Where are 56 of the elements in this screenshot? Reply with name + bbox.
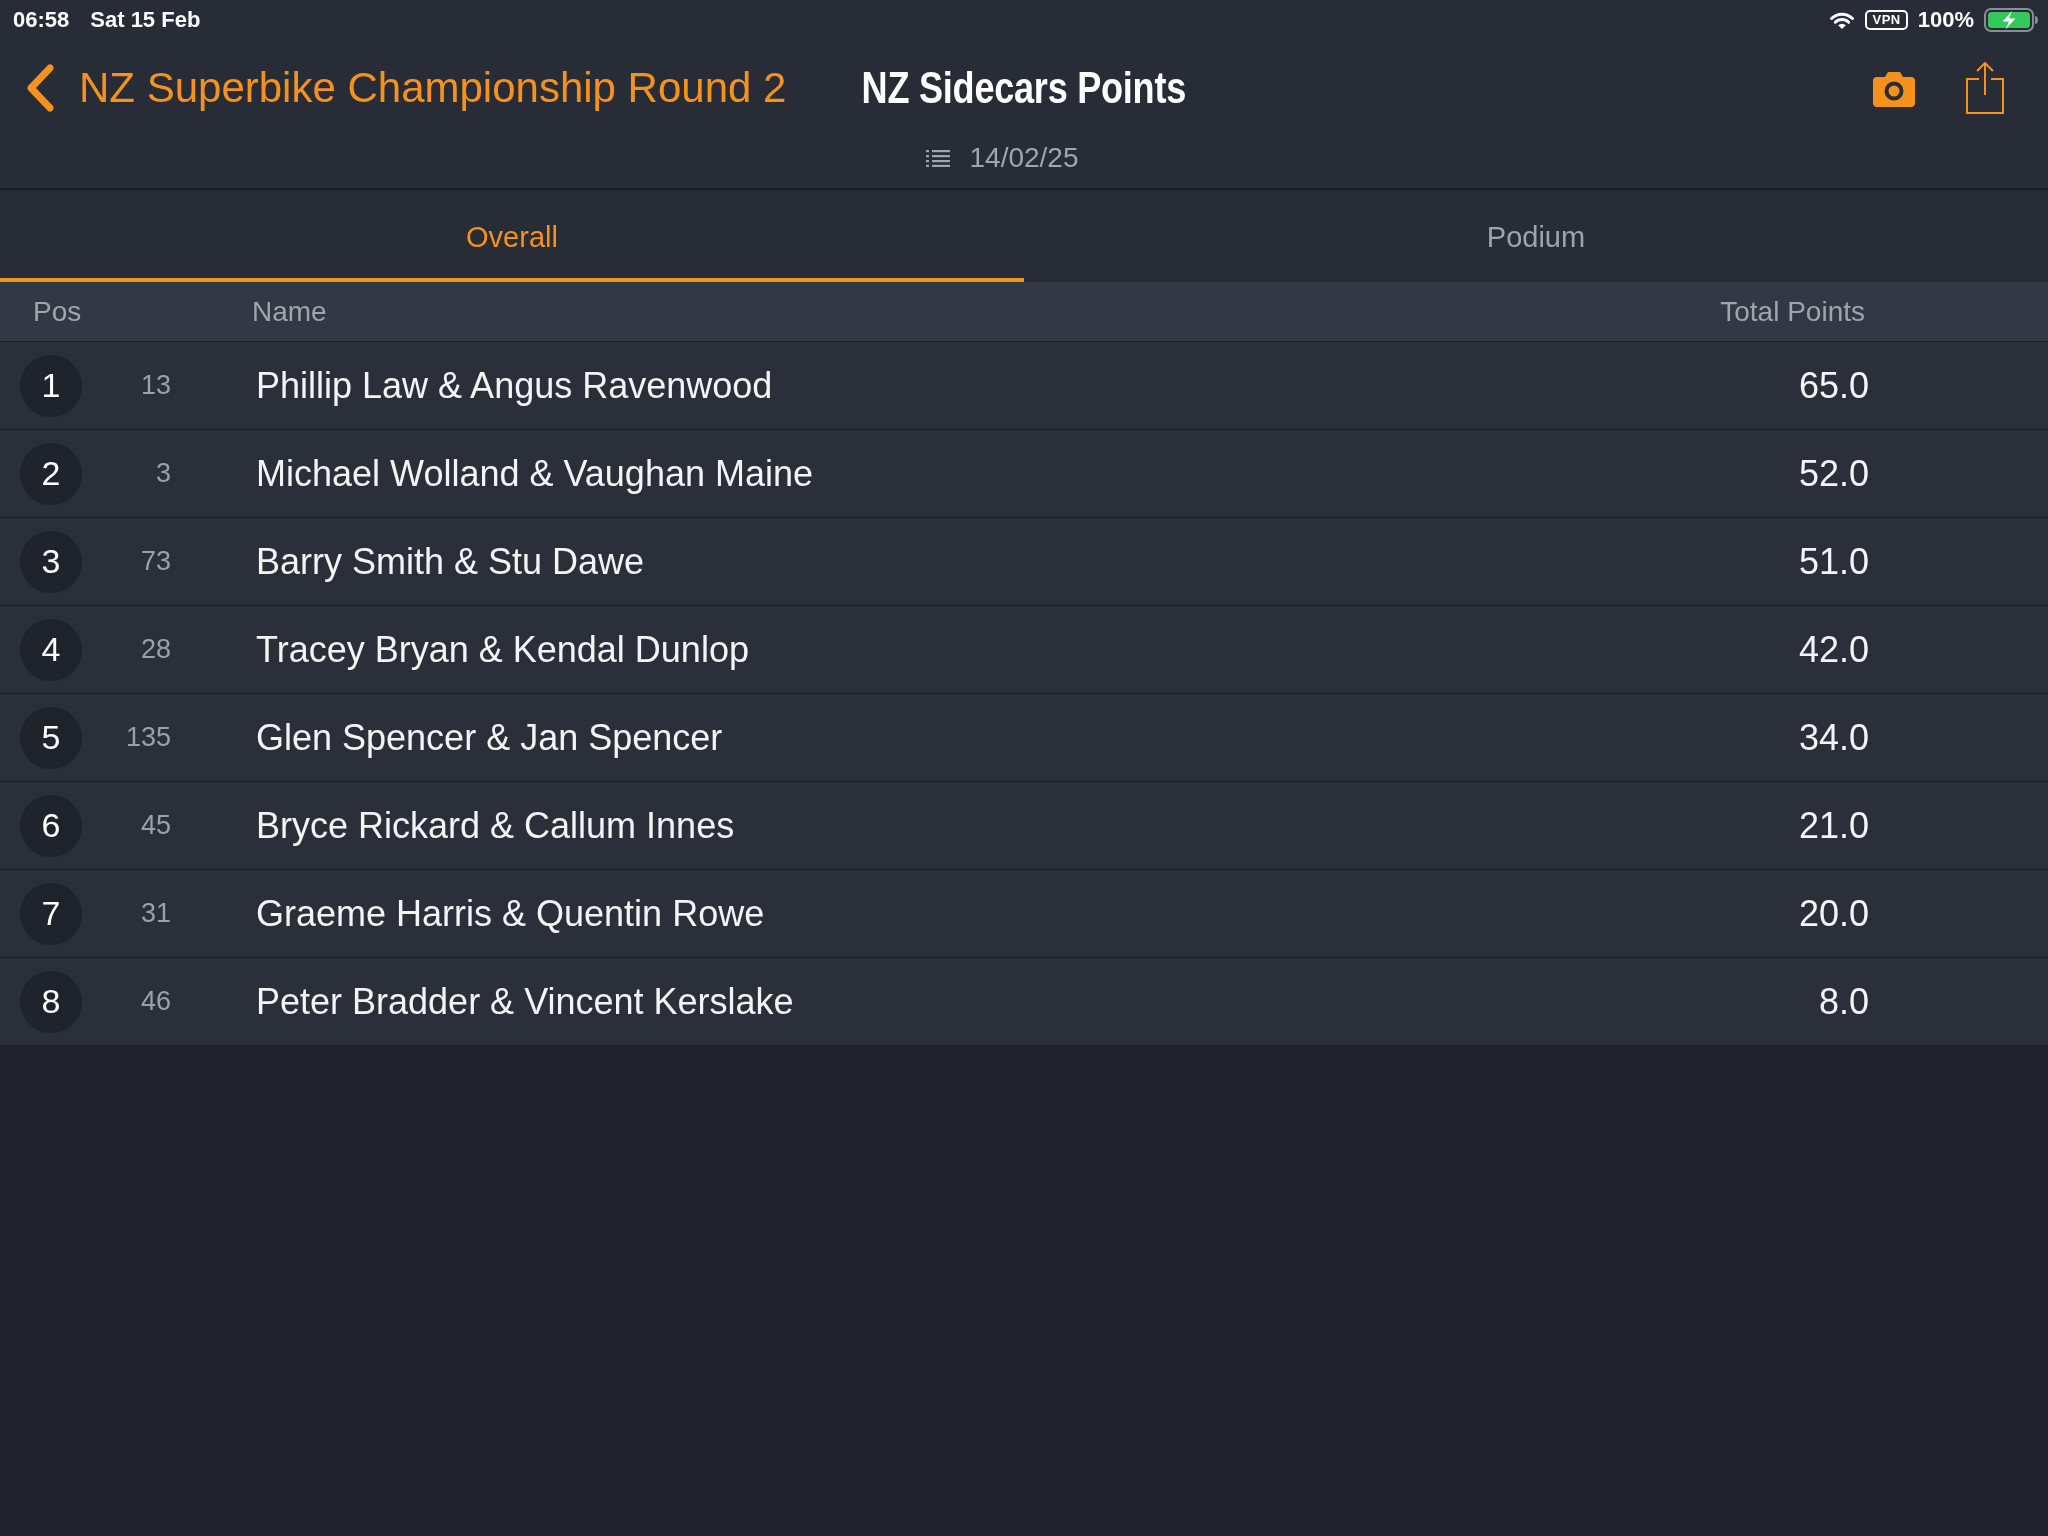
position-badge: 2	[20, 442, 82, 505]
team-name: Peter Bradder & Vincent Kerslake	[256, 980, 795, 1023]
chevron-left-icon	[25, 64, 55, 112]
wifi-icon	[1829, 10, 1856, 30]
back-button[interactable]: NZ Superbike Championship Round 2	[0, 64, 787, 112]
column-header: Name	[252, 295, 328, 328]
team-name: Tracey Bryan & Kendal Dunlop	[256, 628, 750, 671]
position-badge: 5	[20, 706, 82, 769]
table-row[interactable]: 2 3 Michael Wolland & Vaughan Maine 52.0	[0, 430, 2048, 518]
table-row[interactable]: 3 73 Barry Smith & Stu Dawe 51.0	[0, 518, 2048, 606]
total-points: 20.0	[1798, 892, 1869, 935]
table-row[interactable]: 8 46 Peter Bradder & Vincent Kerslake 8.0	[0, 958, 2048, 1046]
position-badge: 7	[20, 882, 82, 945]
table-row[interactable]: 1 13 Phillip Law & Angus Ravenwood 65.0	[0, 342, 2048, 430]
race-number: 13	[140, 370, 171, 401]
table-row[interactable]: 5 135 Glen Spencer & Jan Spencer 34.0	[0, 694, 2048, 782]
total-points: 51.0	[1798, 540, 1869, 583]
race-number: 135	[125, 722, 171, 753]
team-name: Graeme Harris & Quentin Rowe	[256, 892, 766, 935]
total-points: 42.0	[1798, 628, 1869, 671]
session-date: 14/02/25	[969, 142, 1079, 174]
position-badge: 6	[20, 794, 82, 857]
team-name: Phillip Law & Angus Ravenwood	[256, 364, 774, 407]
race-number: 28	[140, 634, 171, 665]
position-badge: 3	[20, 530, 82, 593]
position-badge: 8	[20, 970, 82, 1033]
position-badge: 4	[20, 618, 82, 681]
total-points: 34.0	[1798, 716, 1869, 759]
vpn-indicator: VPN	[1865, 10, 1908, 30]
list-icon	[925, 149, 950, 167]
total-points: 52.0	[1798, 452, 1869, 495]
status-time: 06:58	[13, 7, 70, 33]
table-row[interactable]: 7 31 Graeme Harris & Quentin Rowe 20.0	[0, 870, 2048, 958]
total-points: 65.0	[1798, 364, 1869, 407]
race-number: 3	[155, 458, 171, 489]
position-badge: 1	[20, 354, 82, 417]
total-points: 21.0	[1798, 804, 1869, 847]
team-name: Michael Wolland & Vaughan Maine	[256, 452, 814, 495]
screen-title: NZ Sidecars Points	[861, 63, 1187, 113]
race-number: 45	[140, 810, 171, 841]
camera-icon[interactable]	[1873, 69, 1915, 107]
column-header: Total Points	[1720, 295, 1865, 328]
race-number: 73	[140, 546, 171, 577]
team-name: Glen Spencer & Jan Spencer	[256, 716, 724, 759]
table-row[interactable]: 6 45 Bryce Rickard & Callum Innes 21.0	[0, 782, 2048, 870]
battery-percentage: 100%	[1917, 7, 1974, 33]
share-icon[interactable]	[1966, 62, 2004, 114]
race-number: 31	[140, 898, 171, 929]
race-number: 46	[140, 986, 171, 1017]
total-points: 8.0	[1818, 980, 1869, 1023]
team-name: Bryce Rickard & Callum Innes	[256, 804, 736, 847]
tab[interactable]: Podium	[1024, 190, 2048, 282]
status-date: Sat 15 Feb	[90, 7, 201, 33]
table-row[interactable]: 4 28 Tracey Bryan & Kendal Dunlop 42.0	[0, 606, 2048, 694]
team-name: Barry Smith & Stu Dawe	[256, 540, 646, 583]
column-header: Pos	[33, 295, 83, 328]
